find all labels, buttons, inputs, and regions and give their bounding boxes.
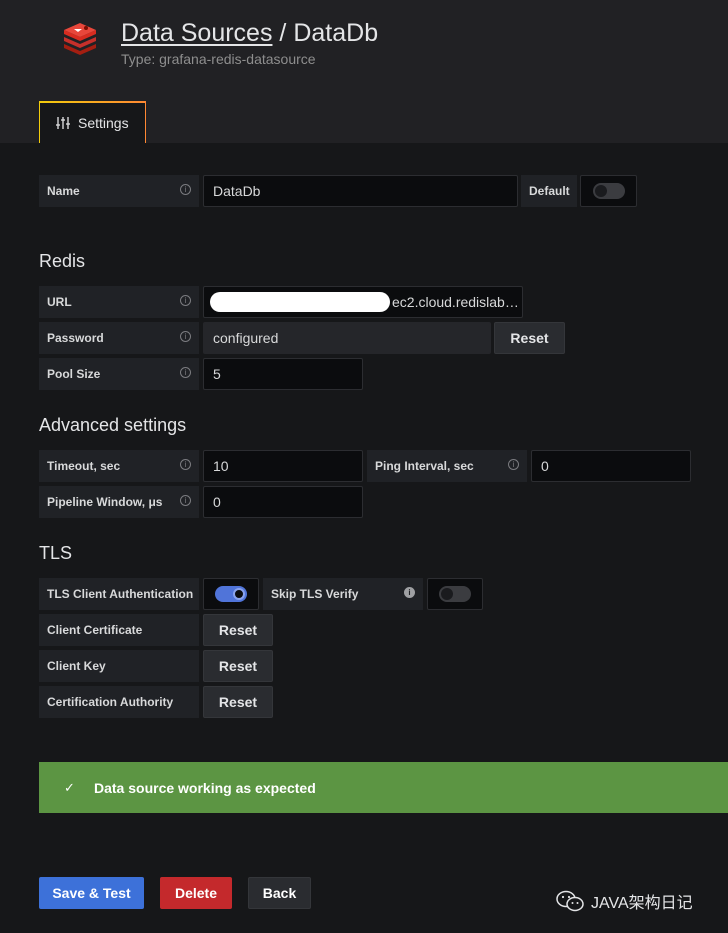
client-certificate-reset-button[interactable]: Reset xyxy=(203,614,273,646)
back-button[interactable]: Back xyxy=(248,877,311,909)
breadcrumb-current: DataDb xyxy=(293,19,378,47)
page-subtitle: Type: grafana-redis-datasource xyxy=(121,51,316,67)
url-input[interactable]: ec2.cloud.redislab… xyxy=(203,286,523,318)
page-header: Data Sources / DataDb Type: grafana-redi… xyxy=(0,0,728,143)
info-icon[interactable]: i xyxy=(404,587,415,598)
certification-authority-label: Certification Authority xyxy=(39,686,199,718)
default-toggle-container xyxy=(580,175,637,207)
pipeline-window-label-text: Pipeline Window, μs xyxy=(47,495,162,509)
tab-settings[interactable]: Settings xyxy=(39,101,146,143)
section-redis-heading: Redis xyxy=(39,251,85,272)
default-toggle[interactable] xyxy=(593,183,625,199)
pool-size-label: Pool Size i xyxy=(39,358,199,390)
pipeline-window-input[interactable]: 0 xyxy=(203,486,363,518)
ping-interval-input[interactable]: 0 xyxy=(531,450,691,482)
name-label: Name i xyxy=(39,175,199,207)
alert-text: Data source working as expected xyxy=(94,780,316,796)
page-title: Data Sources / DataDb xyxy=(121,19,378,48)
info-icon[interactable]: i xyxy=(180,184,191,195)
password-reset-button[interactable]: Reset xyxy=(494,322,565,354)
wechat-icon xyxy=(555,889,585,913)
timeout-label-text: Timeout, sec xyxy=(47,459,120,473)
info-icon[interactable]: i xyxy=(180,295,191,306)
pool-size-input[interactable]: 5 xyxy=(203,358,363,390)
breadcrumb-separator: / xyxy=(279,19,286,47)
certification-authority-reset-button[interactable]: Reset xyxy=(203,686,273,718)
check-icon: ✓ xyxy=(64,780,94,796)
sliders-icon xyxy=(56,116,70,130)
redis-logo-icon xyxy=(60,20,100,60)
timeout-input[interactable]: 10 xyxy=(203,450,363,482)
pipeline-window-label: Pipeline Window, μs i xyxy=(39,486,199,518)
watermark-text: JAVA架构日记 xyxy=(591,889,693,913)
info-icon[interactable]: i xyxy=(180,459,191,470)
skip-tls-verify-label: Skip TLS Verify i xyxy=(263,578,423,610)
breadcrumb-data-sources-link[interactable]: Data Sources xyxy=(121,19,272,47)
timeout-label: Timeout, sec i xyxy=(39,450,199,482)
info-icon[interactable]: i xyxy=(180,367,191,378)
info-icon[interactable]: i xyxy=(508,459,519,470)
info-icon[interactable]: i xyxy=(180,495,191,506)
client-key-label: Client Key xyxy=(39,650,199,682)
save-test-button[interactable]: Save & Test xyxy=(39,877,144,909)
tls-client-auth-label: TLS Client Authentication xyxy=(39,578,199,610)
section-advanced-heading: Advanced settings xyxy=(39,415,186,436)
info-icon[interactable]: i xyxy=(180,331,191,342)
pool-size-label-text: Pool Size xyxy=(47,367,100,381)
redacted-blob xyxy=(210,292,390,312)
skip-tls-verify-toggle[interactable] xyxy=(439,586,471,602)
delete-button[interactable]: Delete xyxy=(160,877,232,909)
tls-client-auth-toggle[interactable] xyxy=(215,586,247,602)
url-label-text: URL xyxy=(47,295,72,309)
name-input[interactable]: DataDb xyxy=(203,175,518,207)
skip-tls-verify-toggle-container xyxy=(427,578,483,610)
url-label: URL i xyxy=(39,286,199,318)
password-label-text: Password xyxy=(47,331,104,345)
success-alert: ✓ Data source working as expected xyxy=(39,762,728,813)
name-label-text: Name xyxy=(47,184,80,198)
skip-tls-verify-label-text: Skip TLS Verify xyxy=(271,587,358,601)
password-label: Password i xyxy=(39,322,199,354)
ping-interval-label: Ping Interval, sec i xyxy=(367,450,527,482)
watermark: JAVA架构日记 xyxy=(555,889,693,913)
client-certificate-label: Client Certificate xyxy=(39,614,199,646)
section-tls-heading: TLS xyxy=(39,543,72,564)
default-label: Default xyxy=(521,175,577,207)
url-value: ec2.cloud.redislab… xyxy=(392,294,519,310)
ping-interval-label-text: Ping Interval, sec xyxy=(375,459,474,473)
client-key-reset-button[interactable]: Reset xyxy=(203,650,273,682)
tls-client-auth-toggle-container xyxy=(203,578,259,610)
password-input: configured xyxy=(203,322,491,354)
tab-label: Settings xyxy=(78,115,129,131)
